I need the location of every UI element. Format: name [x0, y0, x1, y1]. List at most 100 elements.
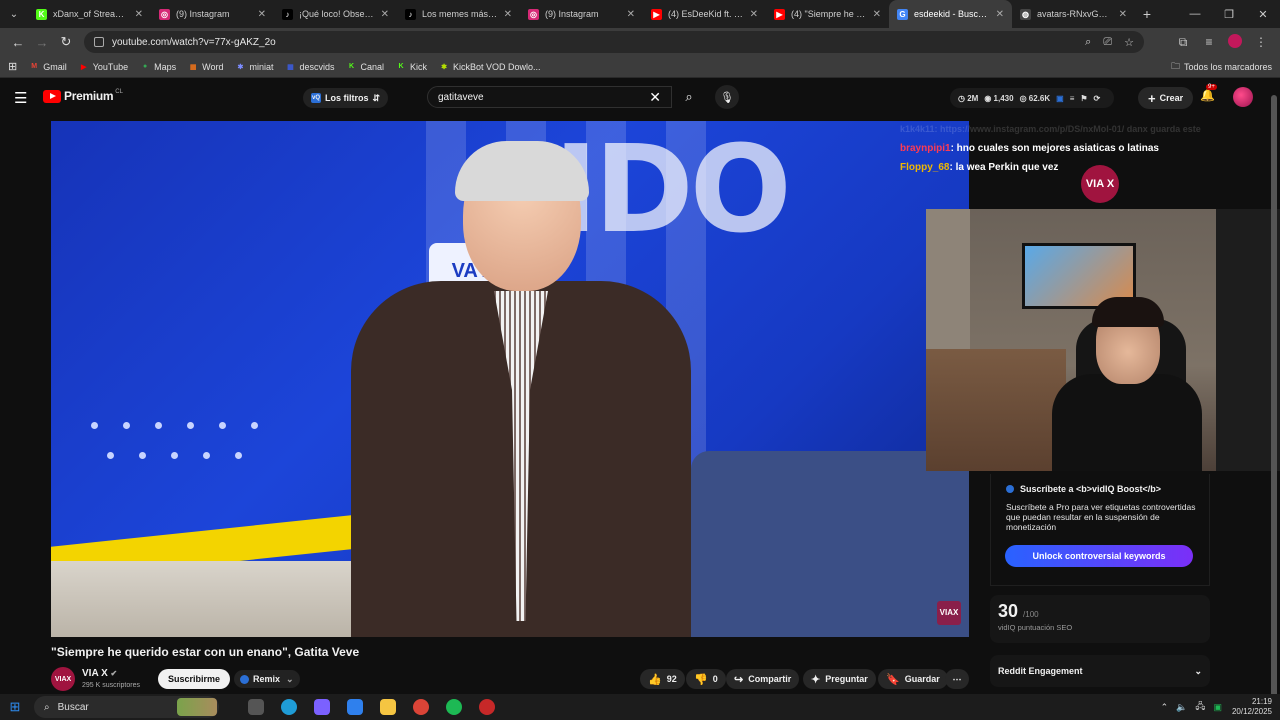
site-info-icon[interactable] [94, 37, 104, 47]
vidiq-badge-icon[interactable]: ▣ [1056, 94, 1064, 103]
browser-tab[interactable]: ♪ ¡Qué loco! Observa e ✕ [274, 0, 397, 28]
bookmark-item[interactable]: K Kick [396, 62, 427, 72]
zoom-icon[interactable]: ⌕ [1085, 36, 1091, 49]
reading-list-icon[interactable]: ≡ [1196, 35, 1222, 49]
back-button[interactable]: ← [6, 35, 30, 50]
search-input[interactable]: gatitaveve ✕ [427, 86, 672, 108]
subscribe-button[interactable]: Suscribirme [158, 669, 231, 689]
taskbar-app-chrome[interactable] [404, 699, 437, 715]
dislike-button[interactable]: 👎 0 [686, 669, 726, 689]
like-button[interactable]: 👍 92 [640, 669, 685, 689]
taskbar-app-task-view[interactable] [239, 699, 272, 715]
extensions-icon[interactable]: ⧉ [1170, 35, 1196, 50]
chat-username: Floppy_68 [900, 162, 950, 173]
video-player[interactable]: LIDO VA A VIAX [51, 121, 969, 637]
tab-close-icon[interactable]: ✕ [135, 9, 143, 20]
speaker-icon[interactable]: 🔈 [1176, 702, 1187, 713]
taskbar-app-copilot[interactable] [305, 699, 338, 715]
channel-name[interactable]: VIA X ✔ [82, 668, 117, 679]
bookmark-star-icon[interactable]: ☆ [1124, 36, 1134, 49]
list-icon[interactable]: ≡ [1070, 94, 1075, 103]
browser-tab[interactable]: Gesdeekid - Buscar co ✕ [889, 0, 1012, 28]
reddit-engagement-panel[interactable]: Reddit Engagement ⌄ [990, 655, 1210, 687]
browser-tab[interactable]: ◍ avatars-RNxvGBoJBa ✕ [1012, 0, 1135, 28]
share-button[interactable]: ↪ Compartir [726, 669, 800, 689]
clear-search-icon[interactable]: ✕ [649, 89, 661, 106]
tab-close-icon[interactable]: ✕ [627, 9, 635, 20]
vidiq-filters-button[interactable]: vQ Los filtros ⇵ [303, 88, 389, 108]
taskbar-app-spotify[interactable] [437, 699, 470, 715]
browser-tab[interactable]: ▶ (4) "Siempre he quer ✕ [766, 0, 889, 28]
page-scrollbar[interactable] [1271, 90, 1277, 715]
bookmark-item[interactable]: ✱ KickBot VOD Dowlo... [439, 62, 540, 72]
bookmark-item[interactable]: ▦ Word [188, 62, 224, 72]
bookmark-item[interactable]: ● Maps [140, 62, 176, 72]
browser-tab[interactable]: ▶ (4) EsDeeKid ft. Timo ✕ [643, 0, 766, 28]
maximize-button[interactable]: ❐ [1212, 8, 1246, 21]
tab-search-button[interactable]: ⌄ [0, 0, 28, 28]
tab-close-icon[interactable]: ✕ [504, 9, 512, 20]
apps-grid-icon[interactable]: ⊞ [8, 60, 17, 73]
youtube-logo[interactable]: Premium CL [43, 89, 123, 103]
chat-message: braynpipi1: hno cuales son mejores asiat… [900, 143, 1159, 154]
save-button[interactable]: 🔖 Guardar [878, 669, 948, 689]
tab-close-icon[interactable]: ✕ [258, 9, 266, 20]
tab-close-icon[interactable]: ✕ [1119, 9, 1127, 20]
browser-tab[interactable]: ♪ Los memes más grac ✕ [397, 0, 520, 28]
browser-tab[interactable]: KxDanx_of Stream - W ✕ [28, 0, 151, 28]
bookmark-item[interactable]: ✱ miniat [235, 62, 274, 72]
tray-chevron-icon[interactable]: ⌃ [1161, 702, 1169, 713]
browser-tab[interactable]: ◎ (9) Instagram ✕ [151, 0, 274, 28]
webcam-floor [926, 349, 1066, 471]
share-stat-icon[interactable]: ⟳ [1094, 94, 1101, 103]
ask-button[interactable]: ✦ Preguntar [803, 669, 876, 689]
create-button[interactable]: + Crear [1138, 87, 1194, 109]
all-bookmarks[interactable]: 🗀 Todos los marcadores [1171, 59, 1272, 75]
bookmark-item[interactable]: ▶ YouTube [79, 62, 128, 72]
bookmark-item[interactable]: K Canal [347, 62, 384, 72]
voice-search-icon[interactable]: 🎙 [715, 85, 739, 109]
network-icon[interactable]: 🖧 [1195, 699, 1205, 715]
taskbar-app-edge[interactable] [272, 699, 305, 715]
channel-watermark[interactable]: VIAX [937, 601, 961, 625]
system-clock[interactable]: 21:19 20/12/2025 [1232, 697, 1272, 717]
tab-close-icon[interactable]: ✕ [381, 9, 389, 20]
taskbar-app-store[interactable] [338, 699, 371, 715]
more-actions-button[interactable]: ⋯ [945, 669, 969, 689]
hamburger-menu-icon[interactable]: ☰ [14, 89, 27, 107]
taskbar-app-chrome-alt[interactable] [470, 699, 503, 715]
remix-button[interactable]: Remix ⌄ [234, 670, 300, 688]
channel-avatar[interactable]: VIAX [51, 667, 75, 691]
rocket-icon[interactable]: ⚑ [1080, 94, 1087, 103]
windows-start-icon[interactable]: ⊞ [0, 699, 30, 715]
forward-button[interactable]: → [30, 35, 54, 50]
cast-icon[interactable]: ⎚ [1103, 36, 1112, 49]
tab-close-icon[interactable]: ✕ [873, 9, 881, 20]
new-tab-button[interactable]: + [1135, 6, 1159, 22]
chrome-icon [412, 699, 429, 715]
chat-text: : la wea Perkin que vez [949, 162, 1059, 173]
notifications-bell-icon[interactable]: 🔔 9+ [1200, 84, 1217, 102]
minimize-button[interactable]: — [1178, 8, 1212, 21]
reload-button[interactable]: ↻ [54, 34, 78, 50]
tab-close-icon[interactable]: ✕ [996, 9, 1004, 20]
browser-tab[interactable]: ◎ (9) Instagram ✕ [520, 0, 643, 28]
taskbar-search[interactable]: ⌕ Buscar [34, 696, 219, 718]
profile-button[interactable] [1222, 33, 1248, 51]
seo-score-card[interactable]: 30 /100 vidIQ puntuación SEO [990, 595, 1210, 643]
scrollbar-thumb[interactable] [1271, 95, 1277, 715]
bookmark-item[interactable]: ▦ descvids [285, 62, 334, 72]
search-button[interactable]: ⌕ [672, 86, 706, 108]
bookmark-item[interactable]: M Gmail [29, 62, 66, 72]
menu-icon[interactable]: ⋮ [1248, 35, 1274, 49]
tab-close-icon[interactable]: ✕ [750, 9, 758, 20]
clock-date: 20/12/2025 [1231, 707, 1272, 716]
vidiq-stats[interactable]: ◷ 2M ◉ 1,430 ◎ 62.6K ▣ ≡ ⚑ ⟳ [950, 88, 1115, 108]
close-window-button[interactable]: ✕ [1246, 8, 1280, 21]
bookmark-list: M Gmail ▶ YouTube ● Maps ▦ Word ✱ miniat ▦ descvids… [29, 62, 552, 72]
account-avatar[interactable] [1233, 87, 1253, 107]
taskbar-app-explorer[interactable] [371, 699, 404, 715]
address-bar[interactable]: youtube.com/watch?v=77x-gAKZ_2o ⌕ ⎚ ☆ [84, 31, 1144, 53]
tray-app-icon[interactable]: ▣ [1213, 702, 1222, 713]
unlock-keywords-button[interactable]: Unlock controversial keywords [1005, 545, 1193, 567]
